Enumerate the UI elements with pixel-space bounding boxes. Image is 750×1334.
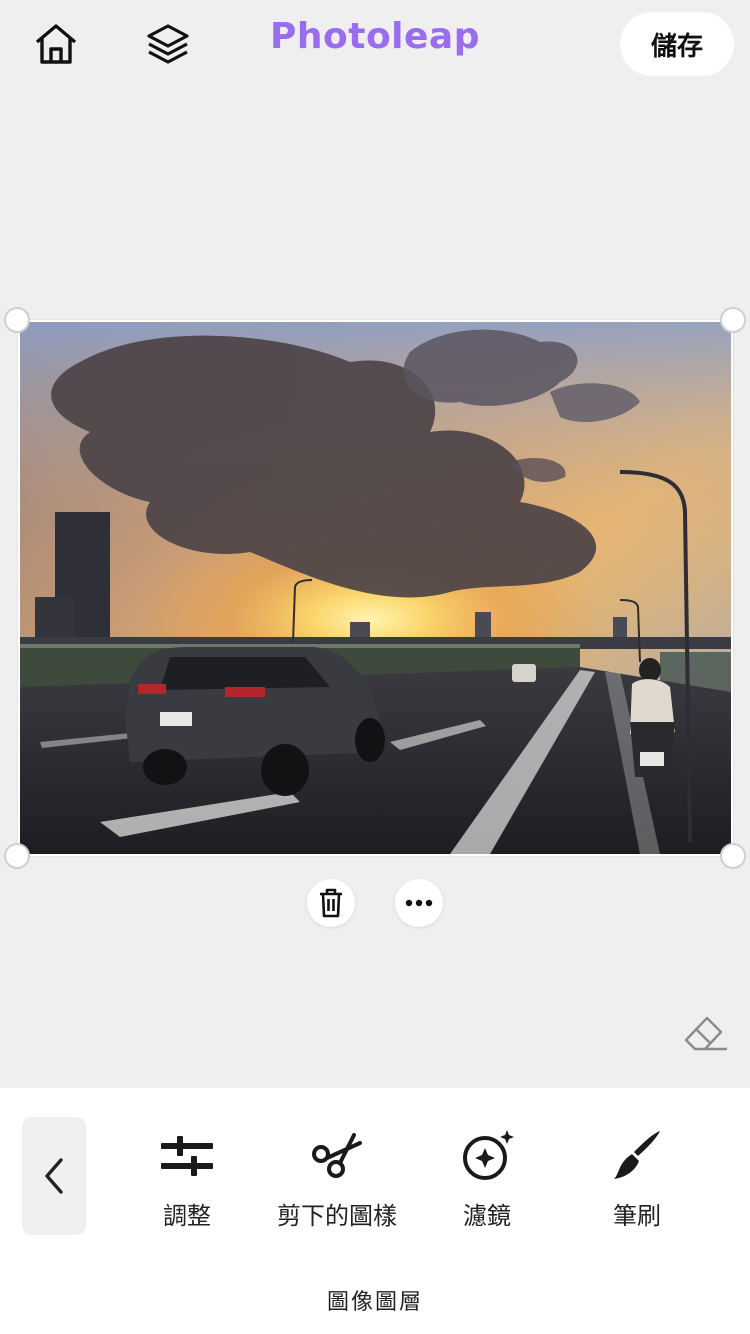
eraser-button[interactable] xyxy=(682,1010,730,1058)
more-options-button[interactable] xyxy=(395,879,443,927)
top-bar: Photoleap 儲存 xyxy=(0,0,750,88)
resize-handle-top-left[interactable] xyxy=(4,307,30,333)
image-layer[interactable] xyxy=(18,320,733,856)
brush-icon xyxy=(607,1126,667,1186)
tool-label: 濾鏡 xyxy=(463,1202,511,1230)
tool-filter[interactable]: 濾鏡 xyxy=(442,1126,532,1231)
tool-label: 筆刷 xyxy=(613,1202,661,1230)
delete-layer-button[interactable] xyxy=(307,879,355,927)
scissors-icon xyxy=(307,1126,367,1186)
save-button[interactable]: 儲存 xyxy=(620,12,734,76)
home-icon[interactable] xyxy=(32,20,80,68)
filter-sparkle-icon xyxy=(457,1126,517,1186)
resize-handle-bottom-right[interactable] xyxy=(720,843,746,869)
tool-label: 調整 xyxy=(163,1202,211,1230)
section-label: 圖像圖層 xyxy=(326,1290,423,1315)
photo xyxy=(20,322,731,854)
tool-adjust[interactable]: 調整 xyxy=(142,1126,232,1231)
bottom-toolbar: 調整 剪下的圖樣 濾鏡 筆刷 圖像圖層 xyxy=(0,1088,750,1334)
sliders-icon xyxy=(157,1126,217,1186)
trash-icon xyxy=(320,888,342,918)
tool-brush[interactable]: 筆刷 xyxy=(592,1126,682,1231)
tool-label: 剪下的圖樣 xyxy=(277,1202,397,1230)
more-icon xyxy=(405,899,433,907)
eraser-icon xyxy=(684,1016,727,1051)
chevron-left-icon xyxy=(45,1158,63,1194)
back-button[interactable] xyxy=(22,1117,86,1235)
resize-handle-bottom-left[interactable] xyxy=(4,843,30,869)
resize-handle-top-right[interactable] xyxy=(720,307,746,333)
layers-icon[interactable] xyxy=(144,20,192,68)
tool-cutout[interactable]: 剪下的圖樣 xyxy=(262,1126,412,1231)
